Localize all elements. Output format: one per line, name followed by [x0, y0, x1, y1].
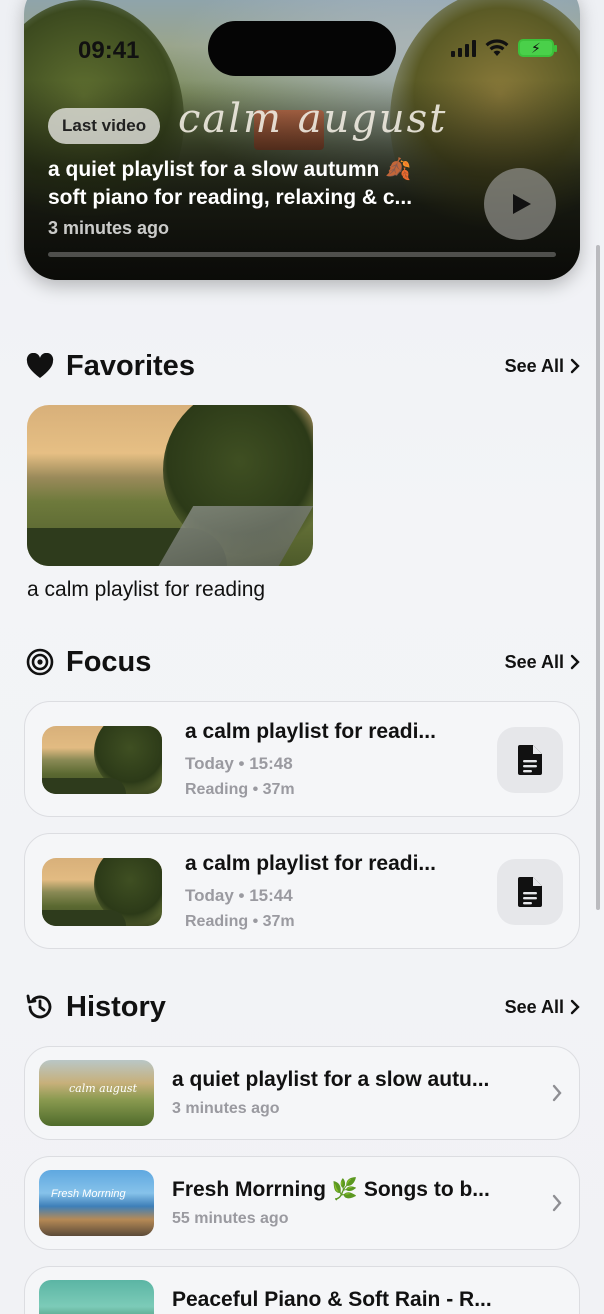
see-all-label: See All — [504, 651, 564, 672]
document-icon — [518, 745, 542, 775]
focus-session-title: a calm playlist for readi... — [185, 852, 436, 875]
history-item-time: 3 minutes ago — [172, 1100, 280, 1117]
history-item[interactable]: calm august a quiet playlist for a slow … — [24, 1046, 580, 1140]
thumbnail-text: calm august — [69, 1082, 137, 1095]
history-header: History See All — [24, 987, 580, 1027]
focus-session-duration: Reading • 37m — [185, 781, 295, 798]
history-item-thumbnail — [39, 1280, 154, 1314]
document-icon — [518, 877, 542, 907]
history-see-all-button[interactable]: See All — [505, 997, 580, 1018]
favorite-item-thumbnail[interactable] — [27, 405, 313, 566]
history-item[interactable]: Fresh Morrning Fresh Morrning 🌿 Songs to… — [24, 1156, 580, 1250]
chevron-right-icon — [552, 1084, 562, 1102]
status-bar-icons: ⚡ — [451, 38, 557, 58]
focus-session-card[interactable]: a calm playlist for readi... Today • 15:… — [24, 701, 580, 817]
history-item[interactable]: Peaceful Piano & Soft Rain - R... — [24, 1266, 580, 1314]
focus-session-date: Today • 15:48 — [185, 754, 293, 773]
wifi-icon — [485, 39, 509, 56]
cellular-signal-icon — [451, 39, 476, 57]
last-video-title[interactable]: a quiet playlist for a slow autumn 🍂 sof… — [48, 156, 458, 212]
focus-session-duration: Reading • 37m — [185, 913, 295, 930]
play-button[interactable] — [484, 168, 556, 240]
focus-session-notes-button[interactable] — [497, 859, 563, 925]
favorites-see-all-button[interactable]: See All — [505, 356, 580, 377]
chevron-right-icon — [570, 999, 580, 1015]
history-item-thumbnail: calm august — [39, 1060, 154, 1126]
chevron-right-icon — [552, 1194, 562, 1212]
history-item-time: 55 minutes ago — [172, 1210, 289, 1227]
focus-session-date: Today • 15:44 — [185, 886, 293, 905]
battery-charging-icon: ⚡ — [518, 39, 557, 57]
history-icon — [24, 991, 56, 1023]
focus-see-all-button[interactable]: See All — [505, 652, 580, 673]
focus-session-thumbnail — [42, 858, 162, 926]
heart-icon — [24, 350, 56, 382]
last-video-title-line2: soft piano for reading, relaxing & c... — [48, 186, 413, 209]
history-item-title: Peaceful Piano & Soft Rain - R... — [172, 1288, 492, 1311]
focus-session-notes-button[interactable] — [497, 727, 563, 793]
focus-session-thumbnail — [42, 726, 162, 794]
last-video-badge: Last video — [48, 108, 161, 144]
history-item-title: Fresh Morrning 🌿 Songs to b... — [172, 1178, 490, 1201]
scrollbar[interactable] — [596, 245, 600, 910]
dynamic-island — [208, 21, 396, 76]
status-bar-time: 09:41 — [78, 37, 140, 64]
focus-session-card[interactable]: a calm playlist for readi... Today • 15:… — [24, 833, 580, 949]
last-video-title-line1: a quiet playlist for a slow autumn 🍂 — [48, 158, 412, 181]
favorites-title: Favorites — [66, 349, 195, 382]
favorites-header: Favorites See All — [24, 346, 580, 386]
see-all-label: See All — [504, 996, 564, 1017]
hero-artwork-text: calm august — [178, 96, 448, 142]
focus-title: Focus — [66, 645, 152, 678]
play-icon — [513, 194, 531, 214]
history-title: History — [66, 990, 166, 1023]
see-all-label: See All — [504, 355, 564, 376]
chevron-right-icon — [570, 654, 580, 670]
history-item-thumbnail: Fresh Morrning — [39, 1170, 154, 1236]
chevron-right-icon — [570, 358, 580, 374]
history-item-title: a quiet playlist for a slow autu... — [172, 1068, 490, 1091]
favorite-item-label[interactable]: a calm playlist for reading — [27, 578, 265, 602]
thumbnail-text: Fresh Morrning — [51, 1188, 126, 1200]
focus-session-title: a calm playlist for readi... — [185, 720, 436, 743]
last-video-progress-bar[interactable] — [48, 252, 556, 257]
focus-header: Focus See All — [24, 642, 580, 682]
last-video-time: 3 minutes ago — [48, 218, 170, 238]
target-icon — [24, 646, 56, 678]
